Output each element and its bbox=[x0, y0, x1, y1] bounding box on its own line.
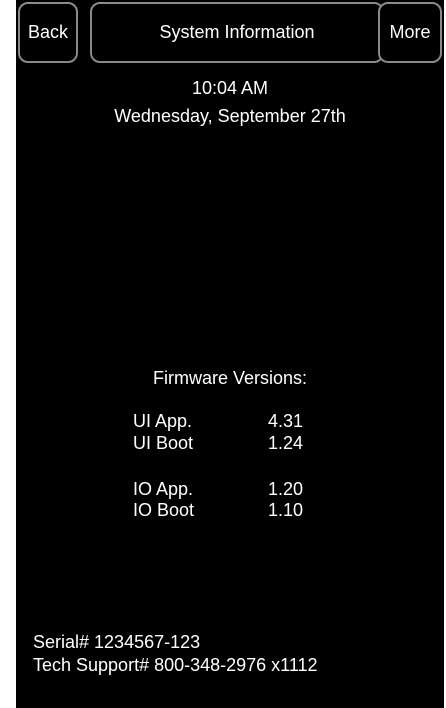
firmware-label-ui-app: UI App. bbox=[133, 411, 193, 431]
firmware-label-io-app: IO App. bbox=[133, 479, 194, 499]
current-date: Wednesday, September 27th bbox=[114, 106, 346, 126]
firmware-value-ui-boot: 1.24 bbox=[268, 433, 304, 453]
tech-support-number: Tech Support# 800-348-2976 x1112 bbox=[33, 655, 318, 675]
firmware-heading: Firmware Versions: bbox=[152, 368, 308, 388]
firmware-label-ui-boot: UI Boot bbox=[133, 433, 194, 453]
firmware-label-io-boot: IO Boot bbox=[133, 500, 195, 520]
firmware-value-io-boot: 1.10 bbox=[268, 500, 304, 520]
serial-number: Serial# 1234567-123 bbox=[33, 632, 201, 652]
firmware-value-ui-app: 4.31 bbox=[268, 411, 304, 431]
current-time: 10:04 AM bbox=[191, 78, 269, 98]
back-button[interactable]: Back bbox=[18, 2, 78, 63]
firmware-value-io-app: 1.20 bbox=[268, 479, 304, 499]
device-screen: Back System Information More 10:04 AM We… bbox=[16, 0, 444, 708]
more-button[interactable]: More bbox=[378, 2, 442, 63]
page-title-button[interactable]: System Information bbox=[90, 2, 384, 63]
